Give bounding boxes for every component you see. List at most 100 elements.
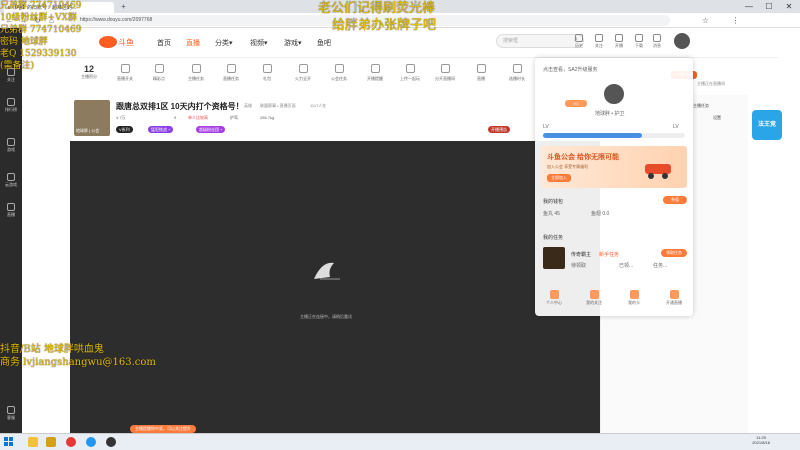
user-icon — [549, 290, 559, 299]
loading-text: 主播正在连接中，请稍后重试 — [300, 314, 352, 319]
settings-tab[interactable]: 设置 — [713, 115, 721, 121]
nav-live[interactable]: 直播 — [186, 38, 200, 48]
overlay-bottom-text: 抖音/B站 地球胖哄血鬼 商务 lvjiangshangwu@163.com — [0, 343, 156, 369]
tool-1[interactable]: 精彩点 — [144, 64, 174, 82]
wallet-title: 我的钱包 — [543, 199, 564, 205]
gift-icon — [262, 64, 272, 73]
taskbar-clock[interactable]: 11:29 2021/8/16 — [752, 435, 770, 445]
header-download[interactable]: 下载 — [630, 34, 648, 49]
app-l-icon[interactable] — [46, 437, 56, 447]
extensions-icon[interactable]: ⋮ — [730, 15, 741, 26]
logo-icon: 斗鱼 — [99, 36, 134, 48]
tag-fans[interactable]: 超级粉丝团 + — [196, 126, 226, 133]
maximize-button[interactable]: ☐ — [760, 0, 778, 13]
header-message[interactable]: 消息 — [648, 34, 666, 49]
tool-4[interactable]: 礼包 — [252, 64, 282, 82]
douyu-logo[interactable]: 斗鱼 — [98, 35, 134, 49]
tool-8[interactable]: 上传一起玩 — [395, 64, 425, 82]
wallet-balance: 鱼丸 45 — [543, 211, 560, 217]
sidebar-item-game[interactable]: 游戏 — [0, 138, 22, 153]
tool-0[interactable]: 直播开关 — [110, 64, 140, 82]
heart-icon — [589, 290, 599, 299]
tool-6[interactable]: 公会任务 — [324, 64, 354, 82]
level-progress-fill — [543, 133, 643, 138]
level-from: LV — [543, 124, 549, 130]
user-avatar[interactable] — [674, 33, 690, 49]
close-button[interactable]: ✕ — [780, 0, 798, 13]
promo-button[interactable]: 立即加入 — [547, 174, 571, 182]
sidebar-item-service[interactable]: 客服 — [0, 406, 22, 421]
wave-icon — [154, 64, 164, 73]
nav-fishbar[interactable]: 鱼吧 — [317, 38, 331, 48]
dropdown-avatar[interactable] — [602, 82, 626, 106]
header-broadcast[interactable]: 开播 — [610, 34, 628, 49]
windows-taskbar: 11:29 2021/8/16 — [0, 433, 800, 450]
dd-start-live[interactable]: 开通直播 — [659, 290, 689, 306]
app-obs-icon[interactable] — [106, 437, 116, 447]
dropdown-username: 地球胖 • 护卫 — [595, 111, 625, 117]
minimize-button[interactable]: — — [740, 0, 758, 13]
tool-10[interactable]: 直播 — [466, 64, 496, 82]
nav-home[interactable]: 首页 — [157, 38, 171, 48]
viewer-count: 1117人在 — [310, 103, 327, 108]
ad-badge[interactable]: 法王竞 — [752, 110, 782, 140]
sidebar-item-cloud[interactable]: 云游戏 — [0, 173, 22, 188]
overlay-line: 抖音/B站 地球胖哄血鬼 — [0, 344, 104, 355]
header-follow[interactable]: 关注 — [590, 34, 608, 49]
gamepad-icon — [7, 138, 15, 146]
anchor-task-tab[interactable]: 主播任务 — [693, 103, 709, 109]
recharge-button[interactable]: 充值 — [663, 196, 687, 204]
tool-3[interactable]: 直播任务 — [216, 64, 246, 82]
overlay-top-text: 老公们记得刷荧光棒 给胖弟办张牌子吧 — [318, 0, 436, 34]
overlay-line: 10级粉丝群+VX群 — [0, 13, 77, 23]
tool-9[interactable]: 分开直播间 — [430, 64, 460, 82]
nav-category[interactable]: 分类▾ — [215, 38, 233, 48]
dd-my-follow[interactable]: 我的关注 — [579, 290, 609, 306]
task-title: 我的任务 — [543, 235, 564, 241]
tool-7[interactable]: 开播提醒 — [360, 64, 390, 82]
video-player[interactable]: 主播正在连接中，请稍后重试 — [70, 141, 600, 433]
schedule-tag[interactable]: 开播预告 — [488, 126, 510, 133]
task-tag: 新手任务 — [599, 252, 620, 258]
right-tip: 主播正在直播间 — [697, 81, 725, 86]
nav-game[interactable]: 游戏▾ — [284, 38, 302, 48]
stat-1: 9 — [174, 115, 177, 120]
bottom-notice[interactable]: 主播提醒你中奖，可以关注提升 — [130, 425, 196, 433]
star-icon[interactable]: ☆ — [700, 15, 711, 26]
car-icon — [645, 164, 671, 179]
message-icon — [653, 34, 661, 42]
edge-icon[interactable] — [86, 437, 96, 447]
follow-icon — [595, 34, 603, 42]
tag-v[interactable]: V系列 — [116, 126, 133, 133]
new-tab-button[interactable]: + — [118, 1, 129, 12]
overlay-line: (需备注) — [0, 61, 35, 71]
task-icon — [191, 64, 201, 73]
windows-start-icon[interactable] — [4, 437, 14, 447]
sidebar-item-live[interactable]: 直播 — [0, 203, 22, 218]
stat-2: 单人比较高 — [188, 115, 208, 120]
task-button[interactable]: 领取任务 — [661, 249, 687, 257]
room-subcategory[interactable]: 联盟赛事 • 直播页面 — [260, 103, 296, 109]
anchor-avatar[interactable]: 地球胖 | 公会 — [74, 100, 110, 136]
guild-promo[interactable]: 斗鱼公会 给你无限可能 加入公会 享受专属福利 立即加入 — [541, 146, 687, 188]
cloud-icon — [7, 173, 15, 181]
app-red-icon[interactable] — [66, 437, 76, 447]
tag-challenge[interactable]: 猛犯挑战 + — [148, 126, 174, 133]
app-g-icon[interactable] — [28, 437, 38, 447]
service-icon — [7, 406, 15, 414]
nav-video[interactable]: 视频▾ — [250, 38, 268, 48]
dd-my-card[interactable]: 我的卡 — [619, 290, 649, 306]
header-history[interactable]: 历史 — [570, 34, 588, 49]
sidebar-item-label: 直播 — [7, 212, 15, 217]
history-icon — [575, 34, 583, 42]
tool-2[interactable]: 主播任务 — [181, 64, 211, 82]
vip-badge[interactable]: V1 — [565, 100, 587, 107]
task-game-icon — [543, 247, 565, 269]
tool-5[interactable]: 火力全开 — [288, 64, 318, 82]
card-icon — [629, 290, 639, 299]
room-category[interactable]: 英雄 — [244, 103, 252, 109]
task-item-0: 待领取 — [571, 263, 587, 269]
sidebar-item-rank[interactable]: 排行榜 — [0, 98, 22, 113]
tool-11[interactable]: 选播时长 — [502, 64, 532, 82]
dd-personal-center[interactable]: 个人中心 — [539, 290, 569, 306]
